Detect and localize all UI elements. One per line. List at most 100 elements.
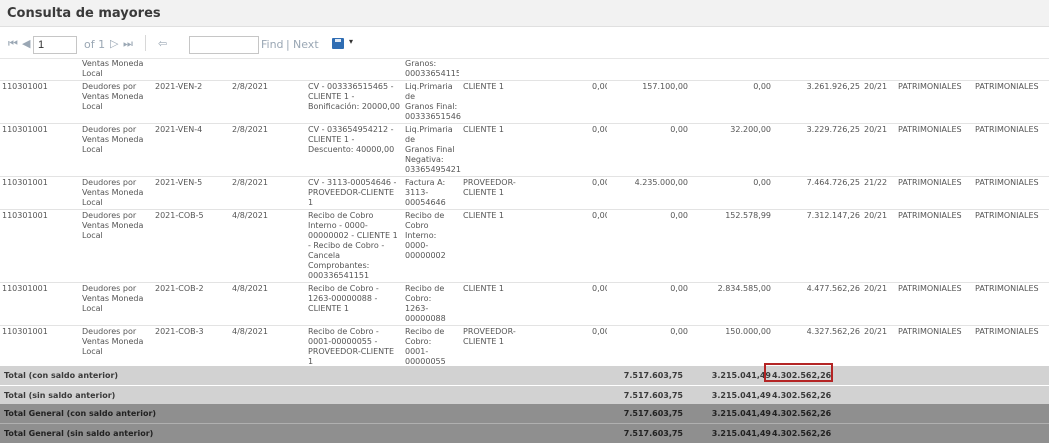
entry-reference: Liq.Primaria de Granos Final Negativa: 0…	[403, 123, 461, 177]
entry-detail	[306, 57, 403, 81]
amount-cell: 0,00	[590, 325, 607, 369]
account-description: Ventas Moneda Local	[80, 57, 153, 81]
client-name: CLIENTE 1	[461, 123, 590, 177]
voucher-number: 2021-COB-3	[153, 325, 230, 369]
client-name	[461, 57, 590, 81]
client-name: PROVEEDOR- CLIENTE 1	[461, 176, 590, 210]
amount-cell: 0,00	[590, 123, 607, 177]
fiscal-year: 20/21	[862, 80, 896, 124]
category: PATRIMONIALES	[896, 209, 973, 283]
fiscal-year-text: 20/21	[864, 284, 888, 293]
entry-date: 2/8/2021	[230, 80, 306, 124]
amount-cell-text: 0,00	[592, 125, 607, 134]
total-haber: 3.215.041,49	[711, 391, 771, 400]
client-name-text: CLIENTE 1	[463, 82, 505, 91]
account-description-text: Deudores por Ventas Moneda Local	[82, 178, 144, 207]
balance-amount: 7.464.726,25	[773, 176, 862, 210]
amount-cell	[590, 57, 607, 81]
client-name: CLIENTE 1	[461, 282, 590, 326]
find-next-link[interactable]: Next	[293, 38, 319, 51]
voucher-number: 2021-VEN-2	[153, 80, 230, 124]
entry-reference: Recibo de Cobro: 0001-00000055	[403, 325, 461, 369]
page-number-input[interactable]	[33, 36, 77, 54]
fiscal-year-text: 20/21	[864, 211, 888, 220]
category-text: PATRIMONIALES	[898, 211, 962, 220]
account-description: Deudores por Ventas Moneda Local	[80, 176, 153, 210]
fiscal-year: 21/22	[862, 176, 896, 210]
debit-amount-text: 0,00	[670, 327, 688, 336]
account-description-text: Deudores por Ventas Moneda Local	[82, 125, 144, 154]
account-code-text: 110301001	[2, 178, 48, 187]
balance-amount-text: 3.229.726,25	[806, 125, 860, 134]
first-page-icon[interactable]: ⏮	[8, 37, 18, 51]
credit-amount	[690, 57, 773, 81]
back-icon[interactable]: ⇦	[158, 37, 167, 50]
client-name-text: CLIENTE 1	[463, 125, 505, 134]
balance-amount: 3.261.926,25	[773, 80, 862, 124]
amount-cell-text: 0,00	[592, 178, 607, 187]
entry-date-text: 2/8/2021	[232, 178, 268, 187]
grand-total-row: Total General (sin saldo anterior) 7.517…	[0, 423, 1049, 443]
previous-page-icon[interactable]: ◀	[22, 37, 30, 50]
highlight-box	[764, 363, 833, 382]
category-text: PATRIMONIALES	[898, 82, 962, 91]
chevron-down-icon[interactable]: ▾	[349, 37, 353, 46]
account-description-text: Deudores por Ventas Moneda Local	[82, 211, 144, 240]
credit-amount: 2.834.585,00	[690, 282, 773, 326]
entry-reference: Liq.Primaria de Granos Final: 0033365154…	[403, 80, 461, 124]
credit-amount: 152.578,99	[690, 209, 773, 283]
floppy-disk-icon[interactable]	[332, 38, 344, 49]
table-row: 110301001 Deudores por Ventas Moneda Loca…	[0, 209, 1049, 283]
balance-amount	[773, 57, 862, 81]
entry-reference: Recibo de Cobro: 1263-00000088	[403, 282, 461, 326]
fiscal-year-text: 20/21	[864, 327, 888, 336]
fiscal-year: 20/21	[862, 209, 896, 283]
entry-date	[230, 57, 306, 81]
client-name: PROVEEDOR- CLIENTE 1	[461, 325, 590, 369]
last-page-icon[interactable]: ⏭	[123, 37, 133, 51]
account-code-text: 110301001	[2, 284, 48, 293]
entry-detail-text: Recibo de Cobro - 1263-00000088 - CLIENT…	[308, 284, 379, 313]
total-saldo: 4.302.562,26	[772, 429, 832, 438]
credit-amount: 32.200,00	[690, 123, 773, 177]
entry-reference-text: Recibo de Cobro Interno: 0000- 00000002	[405, 211, 446, 260]
total-haber: 3.215.041,49	[711, 409, 771, 418]
category: PATRIMONIALES	[896, 176, 973, 210]
category: PATRIMONIALES	[896, 80, 973, 124]
entry-date: 4/8/2021	[230, 325, 306, 369]
category: PATRIMONIALES	[896, 282, 973, 326]
account-description: Deudores por Ventas Moneda Local	[80, 325, 153, 369]
debit-amount: 0,00	[607, 123, 690, 177]
voucher-number: 2021-COB-5	[153, 209, 230, 283]
entry-reference-text: Factura A: 3113- 00054646	[405, 178, 446, 207]
find-link[interactable]: Find	[261, 38, 284, 51]
debit-amount-text: 0,00	[670, 211, 688, 220]
table-row: 110301001 Deudores por Ventas Moneda Loca…	[0, 123, 1049, 177]
entry-detail-text: CV - 033654954212 - CLIENTE 1 - Descuent…	[308, 125, 395, 154]
category-group-text: PATRIMONIALES	[975, 284, 1039, 293]
next-page-icon[interactable]: ▷	[110, 37, 118, 50]
category-group-text: PATRIMONIALES	[975, 211, 1039, 220]
voucher-number-text: 2021-COB-2	[155, 284, 204, 293]
balance-amount: 3.229.726,25	[773, 123, 862, 177]
page-title: Consulta de mayores	[7, 6, 161, 21]
fiscal-year: 20/21	[862, 325, 896, 369]
fiscal-year-text: 20/21	[864, 82, 888, 91]
find-input[interactable]	[189, 36, 259, 54]
category-group: PATRIMONIALES	[973, 176, 1049, 210]
debit-amount: 0,00	[607, 209, 690, 283]
table-row-partial: Ventas Moneda Local Primaria de Granos: 0…	[0, 57, 1049, 81]
debit-amount-text: 4.235.000,00	[634, 178, 688, 187]
category-group: PATRIMONIALES	[973, 282, 1049, 326]
category-group: PATRIMONIALES	[973, 209, 1049, 283]
total-label: Total General (sin saldo anterior)	[4, 429, 154, 438]
page-count-label: of 1	[84, 38, 106, 51]
category-text: PATRIMONIALES	[898, 125, 962, 134]
balance-amount-text: 7.464.726,25	[806, 178, 860, 187]
entry-date-text: 2/8/2021	[232, 82, 268, 91]
entry-date-text: 4/8/2021	[232, 284, 268, 293]
account-code-text: 110301001	[2, 327, 48, 336]
amount-cell: 0,00	[590, 80, 607, 124]
debit-amount	[607, 57, 690, 81]
fiscal-year: 20/21	[862, 282, 896, 326]
